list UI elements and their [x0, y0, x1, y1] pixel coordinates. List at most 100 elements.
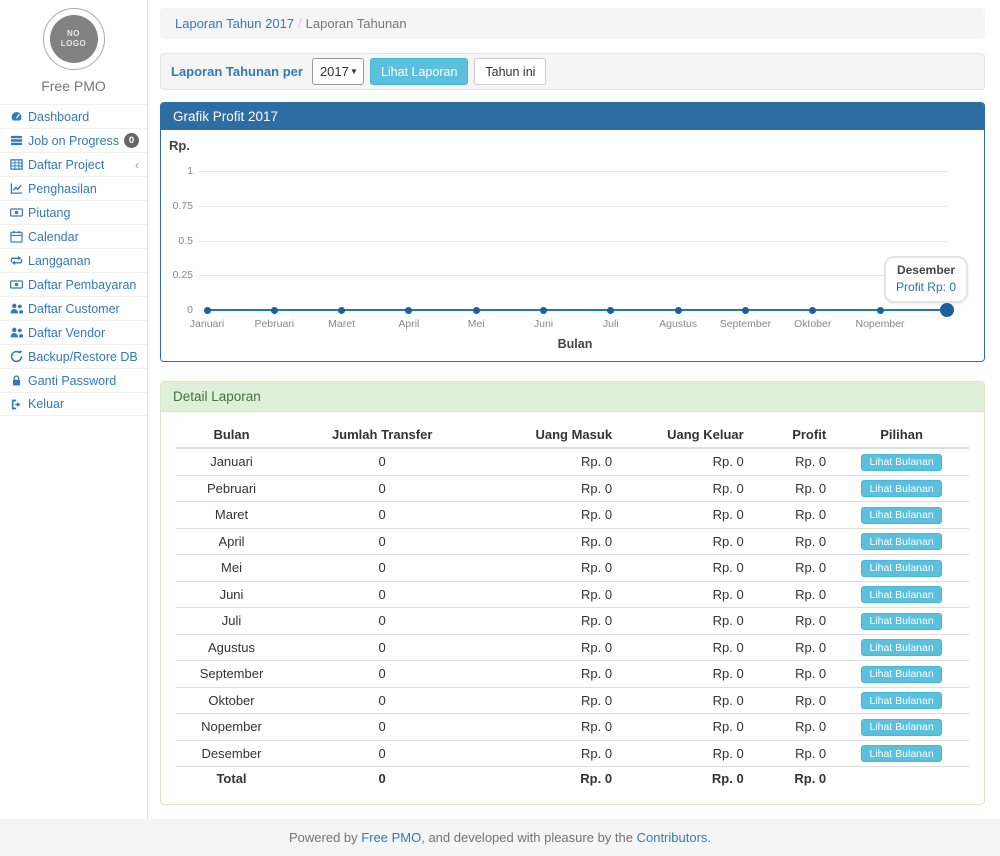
tahun-ini-button[interactable]: Tahun ini — [474, 58, 546, 85]
lihat-laporan-button[interactable]: Lihat Laporan — [370, 58, 468, 85]
tasks-icon — [9, 134, 23, 148]
table-row-agustus: Agustus0Rp. 0Rp. 0Rp. 0Lihat Bulanan — [176, 634, 969, 661]
sidebar-item-daftar-customer[interactable]: Daftar Customer — [0, 296, 147, 320]
lihat-bulanan-button[interactable]: Lihat Bulanan — [861, 454, 941, 471]
sidebar-item-label: Calendar — [28, 230, 79, 244]
lihat-bulanan-button[interactable]: Lihat Bulanan — [861, 666, 941, 683]
cell-uang_masuk: Rp. 0 — [477, 581, 620, 608]
cell-pilihan: Lihat Bulanan — [834, 608, 969, 635]
data-point-pebruari[interactable] — [271, 307, 278, 314]
sidebar-item-label: Piutang — [28, 206, 70, 220]
sidebar-item-daftar-project[interactable]: Daftar Project‹ — [0, 152, 147, 176]
detail-panel-title: Detail Laporan — [161, 382, 984, 412]
lihat-bulanan-button[interactable]: Lihat Bulanan — [861, 560, 941, 577]
cell-jumlah_transfer: 0 — [287, 767, 477, 791]
data-point-agustus[interactable] — [675, 307, 682, 314]
cell-jumlah_transfer: 0 — [287, 475, 477, 502]
x-tick-label: Juni — [509, 318, 579, 330]
sidebar-item-daftar-vendor[interactable]: Daftar Vendor — [0, 320, 147, 344]
cell-uang_keluar: Rp. 0 — [620, 528, 752, 555]
cell-uang_keluar: Rp. 0 — [620, 555, 752, 582]
cell-pilihan: Lihat Bulanan — [834, 687, 969, 714]
sidebar-item-label: Job on Progress — [28, 134, 119, 148]
data-point-mei[interactable] — [473, 307, 480, 314]
report-filter-bar: Laporan Tahunan per 2017 ▼ Lihat Laporan… — [160, 53, 985, 90]
main-content: Laporan Tahun 2017/Laporan Tahunan Lapor… — [148, 0, 1000, 819]
cell-uang_masuk: Rp. 0 — [477, 661, 620, 688]
x-tick-label: Januari — [172, 318, 242, 330]
cell-profit: Rp. 0 — [752, 475, 834, 502]
sidebar-item-daftar-pembayaran[interactable]: Daftar Pembayaran — [0, 272, 147, 296]
data-point-juni[interactable] — [540, 307, 547, 314]
y-tick-label: 0 — [161, 304, 193, 316]
users-icon — [9, 302, 23, 316]
sidebar-item-langganan[interactable]: Langganan — [0, 248, 147, 272]
x-tick-label: Maret — [307, 318, 377, 330]
lihat-bulanan-button[interactable]: Lihat Bulanan — [861, 745, 941, 762]
x-tick-label: Pebruari — [239, 318, 309, 330]
lihat-bulanan-button[interactable]: Lihat Bulanan — [861, 692, 941, 709]
data-point-juli[interactable] — [607, 307, 614, 314]
caret-down-icon: ▼ — [350, 67, 358, 76]
sidebar-item-calendar[interactable]: Calendar — [0, 224, 147, 248]
lihat-bulanan-button[interactable]: Lihat Bulanan — [861, 480, 941, 497]
cell-pilihan — [834, 767, 969, 791]
cell-uang_keluar: Rp. 0 — [620, 661, 752, 688]
footer-link-freepmo[interactable]: Free PMO — [361, 830, 421, 845]
sidebar-item-job-on-progress[interactable]: Job on Progress0 — [0, 128, 147, 152]
data-point-maret[interactable] — [338, 307, 345, 314]
footer-link-contributors[interactable]: Contributors. — [637, 830, 711, 845]
data-point-september[interactable] — [742, 307, 749, 314]
data-point-oktober[interactable] — [809, 307, 816, 314]
lihat-bulanan-button[interactable]: Lihat Bulanan — [861, 507, 941, 524]
sidebar-item-backup-restore-db[interactable]: Backup/Restore DB — [0, 344, 147, 368]
cell-uang_keluar: Rp. 0 — [620, 608, 752, 635]
profit-line-series — [207, 309, 947, 311]
sidebar-item-label: Dashboard — [28, 110, 89, 124]
table-row-juni: Juni0Rp. 0Rp. 0Rp. 0Lihat Bulanan — [176, 581, 969, 608]
x-tick-label: Agustus — [643, 318, 713, 330]
breadcrumb-link-laporan-tahun[interactable]: Laporan Tahun 2017 — [175, 16, 294, 31]
breadcrumb: Laporan Tahun 2017/Laporan Tahunan — [160, 8, 985, 39]
sidebar-item-penghasilan[interactable]: Penghasilan — [0, 176, 147, 200]
sidebar-item-ganti-password[interactable]: Ganti Password — [0, 368, 147, 392]
lihat-bulanan-button[interactable]: Lihat Bulanan — [861, 533, 941, 550]
cell-pilihan: Lihat Bulanan — [834, 502, 969, 529]
sidebar: NO LOGO Free PMO DashboardJob on Progres… — [0, 0, 148, 819]
sidebar-item-label: Daftar Pembayaran — [28, 278, 136, 292]
data-point-desember[interactable] — [940, 303, 954, 317]
tooltip-month: Desember — [896, 262, 956, 279]
data-point-nopember[interactable] — [877, 307, 884, 314]
cell-profit: Rp. 0 — [752, 661, 834, 688]
sidebar-item-dashboard[interactable]: Dashboard — [0, 104, 147, 128]
table-row-mei: Mei0Rp. 0Rp. 0Rp. 0Lihat Bulanan — [176, 555, 969, 582]
cell-bulan: Pebruari — [176, 475, 287, 502]
year-select[interactable]: 2017 ▼ — [312, 58, 364, 85]
cell-pilihan: Lihat Bulanan — [834, 581, 969, 608]
cell-uang_masuk: Rp. 0 — [477, 475, 620, 502]
lihat-bulanan-button[interactable]: Lihat Bulanan — [861, 586, 941, 603]
sidebar-item-label: Daftar Project — [28, 158, 104, 172]
sidebar-item-keluar[interactable]: Keluar — [0, 392, 147, 416]
lihat-bulanan-button[interactable]: Lihat Bulanan — [861, 719, 941, 736]
data-point-januari[interactable] — [204, 307, 211, 314]
sidebar-item-piutang[interactable]: Piutang — [0, 200, 147, 224]
cell-jumlah_transfer: 0 — [287, 581, 477, 608]
cell-uang_masuk: Rp. 0 — [477, 448, 620, 475]
table-body: Januari0Rp. 0Rp. 0Rp. 0Lihat BulananPebr… — [176, 448, 969, 790]
money-icon — [9, 278, 23, 292]
data-point-april[interactable] — [405, 307, 412, 314]
lihat-bulanan-button[interactable]: Lihat Bulanan — [861, 613, 941, 630]
cell-bulan: September — [176, 661, 287, 688]
cell-uang_masuk: Rp. 0 — [477, 502, 620, 529]
sidebar-item-label: Ganti Password — [28, 374, 116, 388]
cell-bulan: Oktober — [176, 687, 287, 714]
page: NO LOGO Free PMO DashboardJob on Progres… — [0, 0, 1000, 819]
cell-uang_keluar: Rp. 0 — [620, 502, 752, 529]
cell-uang_masuk: Rp. 0 — [477, 634, 620, 661]
table-header-row: BulanJumlah TransferUang MasukUang Kelua… — [176, 422, 969, 448]
cell-jumlah_transfer: 0 — [287, 740, 477, 767]
lihat-bulanan-button[interactable]: Lihat Bulanan — [861, 639, 941, 656]
sidebar-item-label: Keluar — [28, 397, 64, 411]
cell-profit: Rp. 0 — [752, 528, 834, 555]
